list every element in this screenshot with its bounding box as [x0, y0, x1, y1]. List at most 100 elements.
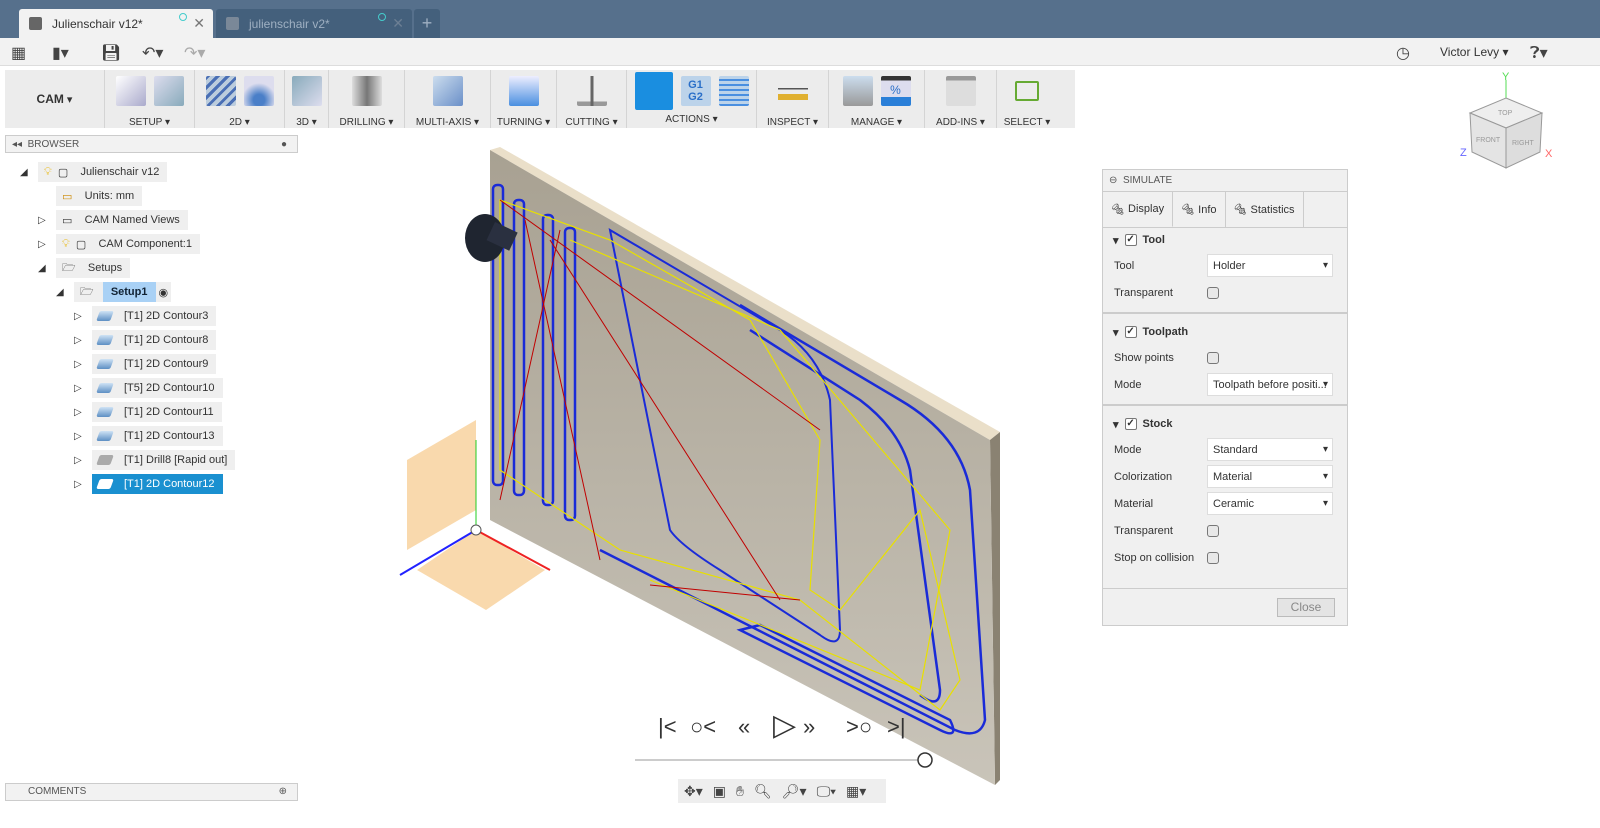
2d-pocket-icon[interactable]	[243, 75, 274, 106]
tab-statistics[interactable]: 🔩︎ Statistics	[1226, 192, 1304, 227]
setup-sheet-icon[interactable]	[718, 76, 749, 106]
tree-operation[interactable]: ▷ [T1] 2D Contour11	[74, 402, 222, 422]
close-button[interactable]: Close	[1277, 598, 1335, 617]
ribbon-add-ins[interactable]: ADD-INS ▾	[925, 70, 997, 128]
new-tab-button[interactable]: +	[414, 9, 440, 38]
colorization-dropdown[interactable]: Material	[1207, 465, 1333, 488]
display-settings-icon[interactable]: 🖵▾	[817, 783, 836, 800]
toolpath-mode-dropdown[interactable]: Toolpath before positi...	[1207, 373, 1333, 396]
ribbon-actions[interactable]: G1 G2 ACTIONS ▾	[627, 70, 757, 128]
play-icon[interactable]: ▷	[773, 708, 796, 743]
pan-icon[interactable]: ✋︎	[736, 783, 744, 800]
tree-setups[interactable]: ◢ 🗁︎ Setups	[38, 258, 131, 278]
ribbon-select[interactable]: SELECT ▾	[997, 70, 1057, 128]
previous-operation-icon[interactable]: ○<	[690, 714, 716, 740]
collapse-panel-icon[interactable]: ⊖	[1109, 175, 1117, 186]
material-dropdown[interactable]: Ceramic	[1207, 492, 1333, 515]
workspace-switcher[interactable]: CAM ▾	[5, 70, 105, 128]
drill-icon[interactable]	[351, 75, 382, 106]
scripts-icon[interactable]	[945, 75, 976, 106]
ribbon-2d[interactable]: 2D ▾	[195, 70, 285, 128]
turning-icon[interactable]	[508, 75, 539, 106]
task-manager-icon[interactable]: %	[880, 75, 911, 106]
ribbon-manage[interactable]: % MANAGE ▾	[829, 70, 925, 128]
go-to-end-icon[interactable]: >|	[887, 714, 906, 740]
toolpath-section[interactable]: ▾ ✓ Toolpath	[1103, 320, 1347, 344]
add-comment-icon[interactable]: ⊕	[279, 784, 287, 800]
fit-icon[interactable]: 🔎︎▾	[782, 783, 807, 800]
tool-transparent-checkbox[interactable]	[1207, 286, 1219, 299]
2d-adaptive-icon[interactable]	[205, 75, 236, 106]
user-menu[interactable]: Victor Levy ▾	[1440, 45, 1509, 59]
close-tab-icon[interactable]: ✕	[392, 15, 404, 32]
stop-on-collision-checkbox[interactable]	[1207, 551, 1219, 564]
step-backward-icon[interactable]: «	[738, 714, 750, 740]
tree-units[interactable]: ▭ Units: mm	[56, 186, 143, 206]
tree-setup1[interactable]: ◢ 🗁︎ Setup1 ◉	[56, 282, 172, 302]
tool-dropdown[interactable]: Holder	[1207, 254, 1333, 277]
ribbon-turning[interactable]: TURNING ▾	[491, 70, 557, 128]
select-box-icon[interactable]	[1015, 80, 1039, 101]
ribbon-drilling[interactable]: DRILLING ▾	[329, 70, 405, 128]
show-points-checkbox[interactable]	[1207, 351, 1219, 364]
tree-operation[interactable]: ▷ [T1] Drill8 [Rapid out]	[74, 450, 236, 470]
new-setup-icon[interactable]	[115, 75, 146, 106]
tree-operation[interactable]: ▷ [T1] 2D Contour3	[74, 306, 217, 326]
redo-icon[interactable]: ↷▾	[184, 43, 205, 63]
measure-icon[interactable]	[777, 75, 808, 106]
ribbon-cutting[interactable]: CUTTING ▾	[557, 70, 627, 128]
tree-cam-component[interactable]: ▷ 💡︎ ▢ CAM Component:1	[38, 234, 200, 254]
tree-operation-selected[interactable]: ▷ [T1] 2D Contour12	[74, 474, 223, 494]
view-cube-front[interactable]: FRONT	[1476, 137, 1501, 144]
file-menu-icon[interactable]: ▮▾	[52, 43, 69, 63]
look-at-icon[interactable]: ▣	[713, 783, 726, 800]
tool-section[interactable]: ▾ ✓ Tool	[1103, 228, 1347, 252]
stock-mode-dropdown[interactable]: Standard	[1207, 438, 1333, 461]
playback-slider-handle[interactable]	[917, 752, 933, 768]
tab-julienschair-v2[interactable]: julienschair v2* ✕	[216, 9, 412, 38]
browser-options-icon[interactable]: ●	[281, 139, 287, 150]
apps-grid-icon[interactable]: ▦	[11, 43, 26, 63]
3d-adaptive-icon[interactable]	[291, 75, 322, 106]
view-cube[interactable]: Y TOP FRONT RIGHT Z X	[1450, 70, 1570, 170]
ribbon-3d[interactable]: 3D ▾	[285, 70, 329, 128]
tree-operation[interactable]: ▷ [T5] 2D Contour10	[74, 378, 223, 398]
step-forward-icon[interactable]: »	[803, 714, 815, 740]
post-process-icon[interactable]: G1 G2	[680, 76, 711, 106]
undo-icon[interactable]: ↶▾	[142, 43, 163, 63]
go-to-start-icon[interactable]: |<	[658, 714, 677, 740]
comments-panel-header[interactable]: COMMENTS ⊕	[5, 783, 298, 801]
help-icon[interactable]: ❓︎▾	[1530, 43, 1548, 63]
setup-sheet-icon[interactable]	[153, 75, 184, 106]
tree-operation[interactable]: ▷ [T1] 2D Contour9	[74, 354, 217, 374]
multi-axis-icon[interactable]	[432, 75, 463, 106]
view-cube-right[interactable]: RIGHT	[1512, 140, 1535, 147]
stock-section[interactable]: ▾ ✓ Stock	[1103, 412, 1347, 436]
stock-transparent-checkbox[interactable]	[1207, 524, 1219, 537]
zoom-icon[interactable]: 🔍︎	[754, 783, 772, 800]
ribbon-inspect[interactable]: INSPECT ▾	[757, 70, 829, 128]
tree-operation[interactable]: ▷ [T1] 2D Contour8	[74, 330, 217, 350]
tree-root[interactable]: ◢ 💡︎ ▢ Julienschair v12	[20, 162, 168, 182]
orbit-icon[interactable]: ✥▾	[684, 783, 703, 800]
tab-info[interactable]: 🔩︎ Info	[1173, 192, 1226, 227]
3d-viewport[interactable]	[300, 130, 1600, 810]
next-operation-icon[interactable]: >○	[846, 714, 872, 740]
collapse-browser-icon[interactable]: ◂◂	[12, 139, 22, 150]
browser-panel-header[interactable]: ◂◂ BROWSER ●	[5, 135, 298, 153]
save-icon[interactable]: 💾︎	[101, 43, 121, 63]
cutting-icon[interactable]	[576, 75, 607, 106]
tab-julienschair-v12[interactable]: Julienschair v12* ✕	[19, 9, 213, 38]
close-tab-icon[interactable]: ✕	[193, 15, 205, 32]
ribbon-multi-axis[interactable]: MULTI-AXIS ▾	[405, 70, 491, 128]
cam-toolbar-ribbon: CAM ▾ SETUP ▾ 2D ▾ 3D ▾ DRILLING ▾ MULTI…	[5, 70, 1075, 128]
grid-settings-icon[interactable]: ▦▾	[846, 783, 866, 800]
job-status-clock-icon[interactable]: ◷	[1396, 43, 1410, 63]
tree-cam-named-views[interactable]: ▷ ▭ CAM Named Views	[38, 210, 188, 230]
tree-operation[interactable]: ▷ [T1] 2D Contour13	[74, 426, 223, 446]
simulate-icon[interactable]	[634, 72, 673, 110]
ribbon-setup[interactable]: SETUP ▾	[105, 70, 195, 128]
tool-library-icon[interactable]	[842, 75, 873, 106]
view-cube-top[interactable]: TOP	[1498, 110, 1513, 117]
tab-display[interactable]: 🔩︎ Display	[1103, 192, 1174, 227]
